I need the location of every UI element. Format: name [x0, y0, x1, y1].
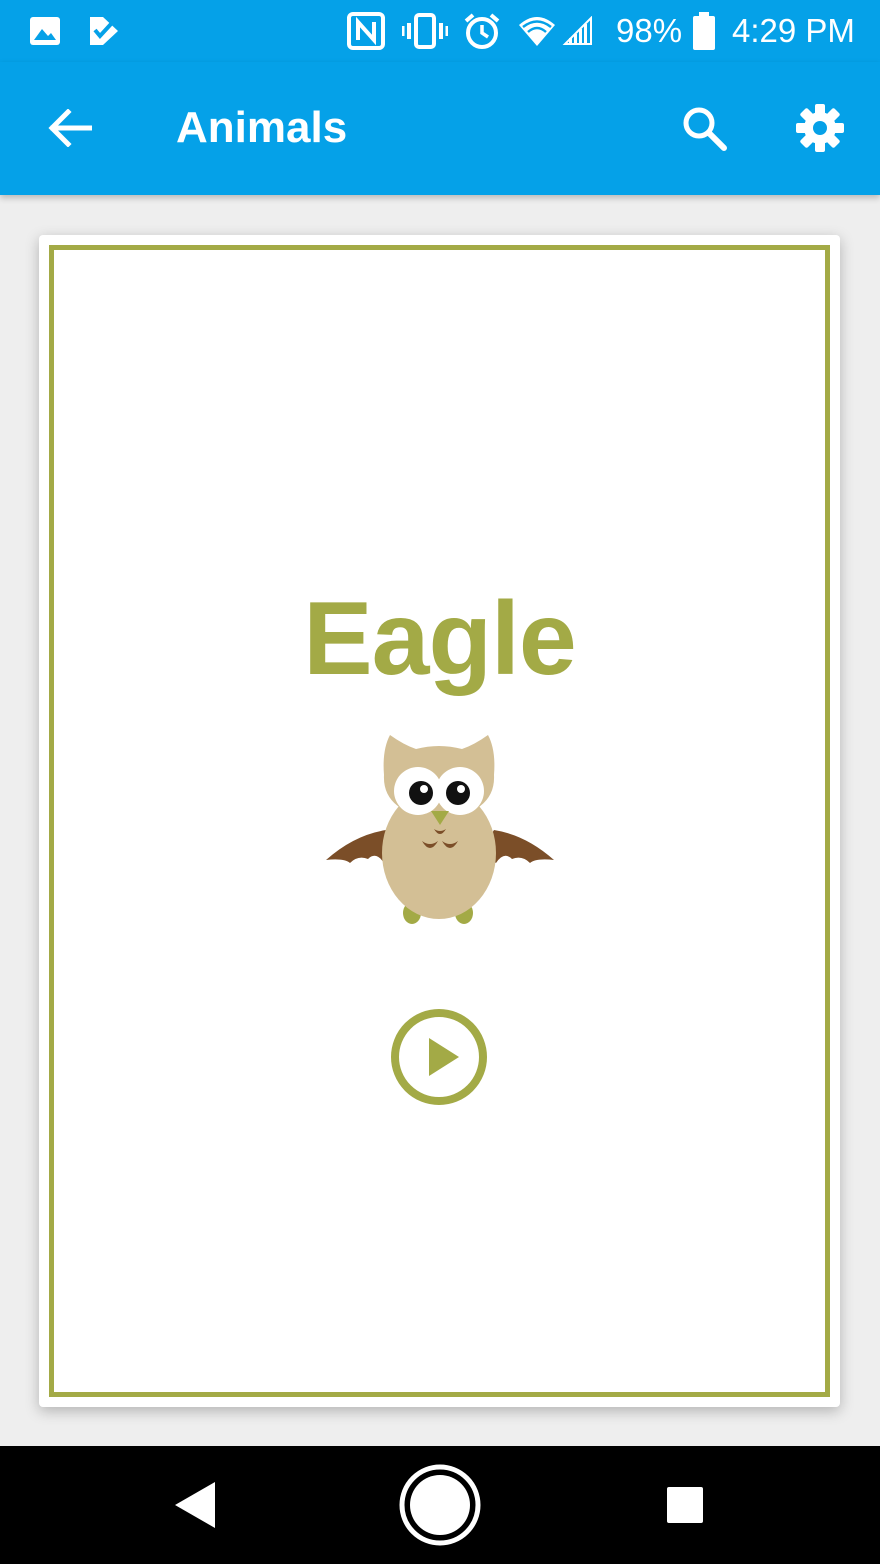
play-button[interactable]	[389, 1007, 489, 1107]
checkmark-app-icon	[86, 12, 122, 50]
animal-word: Eagle	[303, 581, 576, 697]
signal-icon	[560, 12, 594, 50]
page-title: Animals	[176, 103, 348, 152]
system-nav-bar	[0, 1446, 880, 1564]
play-icon	[391, 1009, 487, 1105]
nav-home-button[interactable]	[395, 1460, 485, 1550]
status-bar: 98% 4:29 PM	[0, 0, 880, 62]
flashcard[interactable]: Eagle	[39, 235, 840, 1407]
nfc-icon	[346, 12, 386, 50]
back-button[interactable]	[26, 84, 114, 172]
content-area: Eagle	[0, 195, 880, 1446]
search-button[interactable]	[660, 84, 748, 172]
status-time: 4:29 PM	[732, 12, 855, 49]
search-icon	[683, 107, 727, 151]
nav-recents-button[interactable]	[640, 1460, 730, 1550]
nav-recents-icon	[667, 1487, 703, 1523]
battery-percent: 98%	[616, 12, 683, 49]
nav-back-icon	[175, 1482, 215, 1528]
back-arrow-icon	[48, 109, 92, 147]
nav-back-button[interactable]	[150, 1460, 240, 1550]
settings-button[interactable]	[776, 84, 864, 172]
battery-icon	[692, 12, 716, 50]
alarm-icon	[462, 12, 502, 50]
owl-icon	[326, 735, 554, 924]
app-bar: Animals	[0, 62, 880, 195]
wifi-icon	[518, 12, 556, 50]
vibrate-icon	[402, 12, 448, 50]
nav-home-icon	[399, 1464, 481, 1546]
gear-icon	[796, 104, 844, 152]
image-icon	[28, 12, 62, 50]
